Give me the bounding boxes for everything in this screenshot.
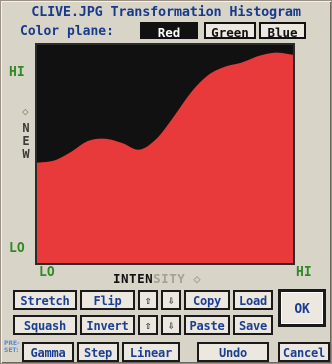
x-axis-label-light: SITY xyxy=(153,271,186,286)
color-plane-blue-button[interactable]: Blue xyxy=(259,22,306,40)
color-plane-green-button[interactable]: Green xyxy=(204,22,256,40)
x-axis-lo-label: LO xyxy=(39,265,55,280)
up-arrow-icon: ⇧ xyxy=(144,319,152,332)
y-axis-diamond-icon: ◇ xyxy=(22,105,29,118)
undo-button[interactable]: Undo xyxy=(197,342,269,362)
copy-button[interactable]: Copy xyxy=(184,290,230,310)
down-arrow-button[interactable]: ⇩ xyxy=(161,290,181,310)
x-axis-intensity-label: INTENSITY ◇ xyxy=(113,271,201,286)
histogram-canvas[interactable] xyxy=(37,45,293,263)
down-arrow-icon: ⇩ xyxy=(167,319,175,332)
up-arrow-button[interactable]: ⇧ xyxy=(138,290,158,310)
squash-button[interactable]: Squash xyxy=(13,315,77,335)
step-button[interactable]: Step xyxy=(77,342,119,362)
color-plane-red-button[interactable]: Red xyxy=(140,22,198,40)
stretch-button[interactable]: Stretch xyxy=(13,290,77,310)
down-arrow-button-2[interactable]: ⇩ xyxy=(161,315,181,335)
linear-button[interactable]: Linear xyxy=(122,342,180,362)
y-axis-letter-e: E xyxy=(22,134,30,148)
y-axis-letter-w: W xyxy=(22,147,30,161)
down-arrow-icon: ⇩ xyxy=(167,294,175,307)
histogram-window: CLIVE.JPG Transformation Histogram Color… xyxy=(1,1,331,363)
y-axis-lo-label: LO xyxy=(9,241,25,256)
flip-button[interactable]: Flip xyxy=(80,290,135,310)
color-plane-label: Color plane: xyxy=(20,24,114,39)
y-axis-letter-n: N xyxy=(22,121,30,135)
ok-button[interactable]: OK xyxy=(278,289,326,327)
invert-button[interactable]: Invert xyxy=(80,315,135,335)
y-axis-hi-label: HI xyxy=(9,65,25,80)
paste-button[interactable]: Paste xyxy=(184,315,230,335)
preset-label: PRE-SET: xyxy=(4,340,20,354)
x-axis-diamond-icon: ◇ xyxy=(193,271,202,286)
up-arrow-button-2[interactable]: ⇧ xyxy=(138,315,158,335)
x-axis-label-dark: INTEN xyxy=(113,271,154,286)
save-button[interactable]: Save xyxy=(233,315,273,335)
up-arrow-icon: ⇧ xyxy=(144,294,152,307)
x-axis-hi-label: HI xyxy=(296,265,312,280)
gamma-button[interactable]: Gamma xyxy=(22,342,74,362)
window-title: CLIVE.JPG Transformation Histogram xyxy=(31,4,301,20)
cancel-button[interactable]: Cancel xyxy=(278,342,330,362)
load-button[interactable]: Load xyxy=(233,290,273,310)
histogram-curve[interactable] xyxy=(37,45,293,263)
